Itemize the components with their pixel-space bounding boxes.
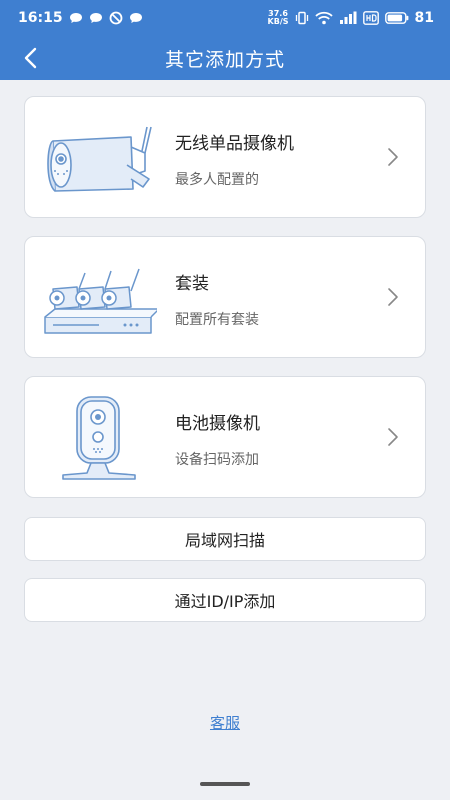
vibrate-icon [295, 11, 309, 25]
option-card-kit[interactable]: 套装 配置所有套装 [24, 236, 426, 358]
add-by-id-ip-button[interactable]: 通过ID/IP添加 [24, 578, 426, 622]
status-right: 37.6 KB/S 81 [268, 10, 434, 27]
option-title: 电池摄像机 [175, 414, 260, 434]
wifi-icon [314, 11, 333, 25]
lan-scan-button[interactable]: 局域网扫描 [24, 517, 426, 561]
option-subtitle: 设备扫码添加 [175, 452, 259, 468]
battery-camera-icon [62, 396, 136, 480]
battery-level: 81 [414, 10, 434, 26]
option-card-battery-camera[interactable]: 电池摄像机 设备扫码添加 [24, 376, 426, 498]
network-speed-unit: KB/S [267, 17, 289, 26]
home-indicator[interactable] [200, 782, 250, 786]
battery-icon [384, 12, 409, 24]
chat-bubble-icon [89, 12, 103, 24]
navigation-bar: 其它添加方式 [0, 36, 450, 80]
status-left: 16:15 [18, 10, 143, 26]
do-not-disturb-icon [109, 11, 123, 25]
back-button[interactable] [10, 36, 50, 80]
option-subtitle: 最多人配置的 [175, 172, 259, 188]
chevron-right-icon [388, 148, 398, 166]
chevron-right-icon [388, 288, 398, 306]
network-speed: 37.6 KB/S [268, 10, 289, 26]
hd-voice-icon [362, 11, 379, 25]
option-title: 套装 [175, 274, 209, 294]
chat-bubble-icon [69, 12, 83, 24]
option-title: 无线单品摄像机 [175, 134, 294, 154]
chat-bubble-icon [129, 12, 143, 24]
customer-service-link[interactable]: 客服 [0, 712, 450, 733]
option-card-wireless-camera[interactable]: 无线单品摄像机 最多人配置的 [24, 96, 426, 218]
chevron-left-icon [24, 47, 37, 69]
chevron-right-icon [388, 428, 398, 446]
nvr-kit-icon [44, 268, 157, 334]
signal-icon [339, 11, 357, 25]
bullet-camera-icon [47, 126, 152, 192]
option-subtitle: 配置所有套装 [175, 312, 259, 328]
status-time: 16:15 [18, 10, 63, 26]
status-bar: 16:15 37.6 KB/S 81 [0, 0, 450, 36]
page-title: 其它添加方式 [164, 48, 285, 71]
app-header: 16:15 37.6 KB/S 81 其它添加方式 [0, 0, 450, 80]
